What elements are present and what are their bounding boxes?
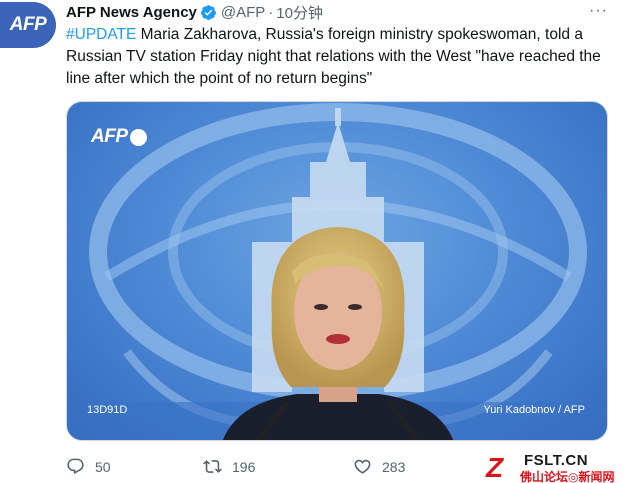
tweet-body: Maria Zakharova, Russia's foreign minist… — [66, 26, 601, 87]
tweet-text: #UPDATE Maria Zakharova, Russia's foreig… — [66, 24, 611, 90]
avatar-text: AFP — [9, 14, 47, 35]
handle[interactable]: @AFP — [221, 4, 265, 21]
reply-button[interactable]: 50 — [66, 457, 203, 476]
afp-logo-text: AFP — [91, 126, 128, 147]
logo-dot-icon — [129, 128, 147, 146]
photo-scene — [67, 103, 607, 440]
watermark: Z FSLT.CN 佛山论坛◎新闻网 — [484, 450, 640, 483]
avatar[interactable]: AFP — [0, 2, 56, 48]
like-button[interactable]: 283 — [353, 457, 405, 476]
tweet-header: AFP News Agency @AFP · 10分钟 — [66, 2, 323, 22]
afp-photo-logo: AFP — [91, 126, 147, 148]
photo-id: 13D91D — [87, 404, 128, 416]
display-name[interactable]: AFP News Agency — [66, 4, 197, 21]
retweet-count: 196 — [232, 458, 256, 475]
reply-icon — [67, 458, 84, 475]
watermark-bottom-text: 佛山论坛◎新闻网 — [520, 470, 615, 483]
watermark-logo-icon: Z — [486, 452, 504, 483]
reply-count: 50 — [95, 458, 111, 475]
photo-credit: Yuri Kadobnov / AFP — [483, 404, 585, 416]
tweet-photo[interactable]: AFP 13D91D Yuri Kadobnov / AFP — [66, 101, 608, 441]
heart-icon — [354, 459, 371, 474]
like-count: 283 — [382, 458, 406, 475]
verified-badge-icon — [200, 4, 216, 20]
watermark-top-text: FSLT.CN — [524, 452, 589, 469]
timestamp[interactable]: 10分钟 — [276, 2, 323, 23]
retweet-button[interactable]: 196 — [203, 457, 353, 476]
tweet-actions: 50 196 283 — [66, 457, 486, 476]
hashtag-link[interactable]: #UPDATE — [66, 26, 136, 43]
more-options-icon[interactable]: ··· — [589, 2, 608, 20]
separator: · — [268, 3, 274, 21]
retweet-icon — [203, 460, 222, 473]
